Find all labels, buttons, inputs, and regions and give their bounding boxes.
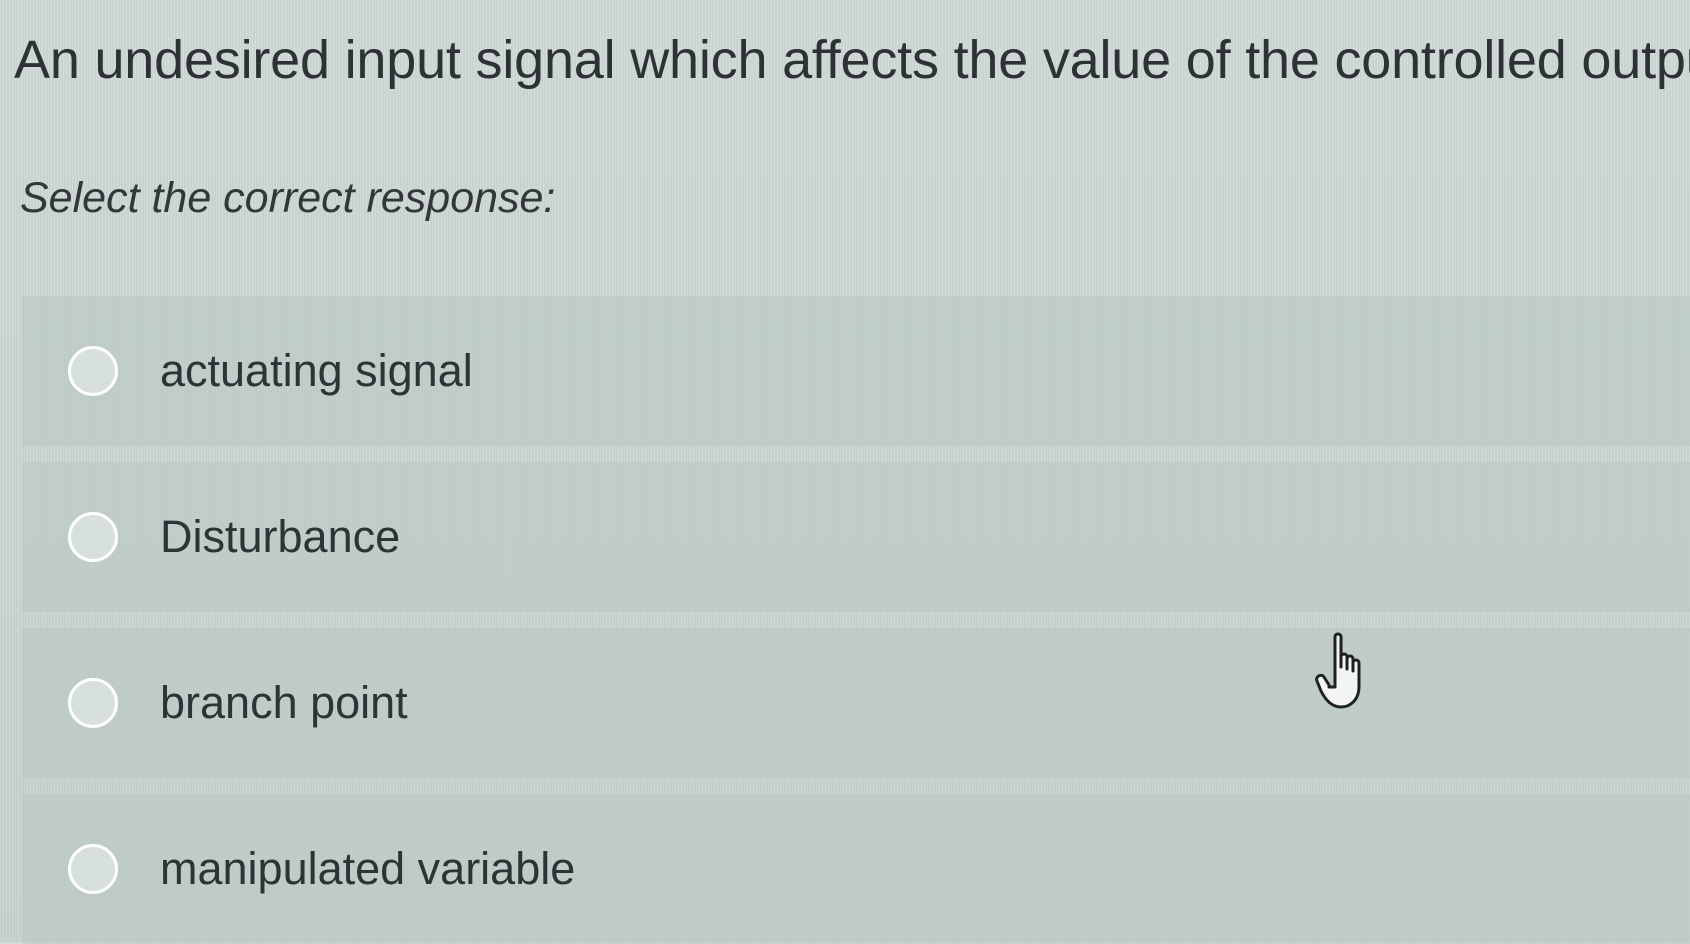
option-actuating-signal[interactable]: actuating signal bbox=[22, 296, 1690, 446]
option-label[interactable]: Disturbance bbox=[160, 511, 400, 563]
option-manipulated-variable[interactable]: manipulated variable bbox=[22, 794, 1690, 944]
hand-pointer-icon bbox=[1315, 632, 1361, 709]
quiz-page: An undesired input signal which affects … bbox=[0, 0, 1690, 944]
instruction-text: Select the correct response: bbox=[20, 174, 556, 222]
radio-button[interactable] bbox=[68, 512, 118, 562]
radio-button[interactable] bbox=[68, 678, 118, 728]
question-text: An undesired input signal which affects … bbox=[14, 30, 1690, 90]
option-branch-point[interactable]: branch point bbox=[22, 628, 1690, 778]
option-label[interactable]: actuating signal bbox=[160, 345, 473, 397]
option-disturbance[interactable]: Disturbance bbox=[22, 462, 1690, 612]
answer-options: actuating signal Disturbance branch poin… bbox=[22, 296, 1690, 944]
option-label[interactable]: manipulated variable bbox=[160, 843, 575, 895]
radio-button[interactable] bbox=[68, 346, 118, 396]
option-label[interactable]: branch point bbox=[160, 677, 408, 729]
radio-button[interactable] bbox=[68, 844, 118, 894]
